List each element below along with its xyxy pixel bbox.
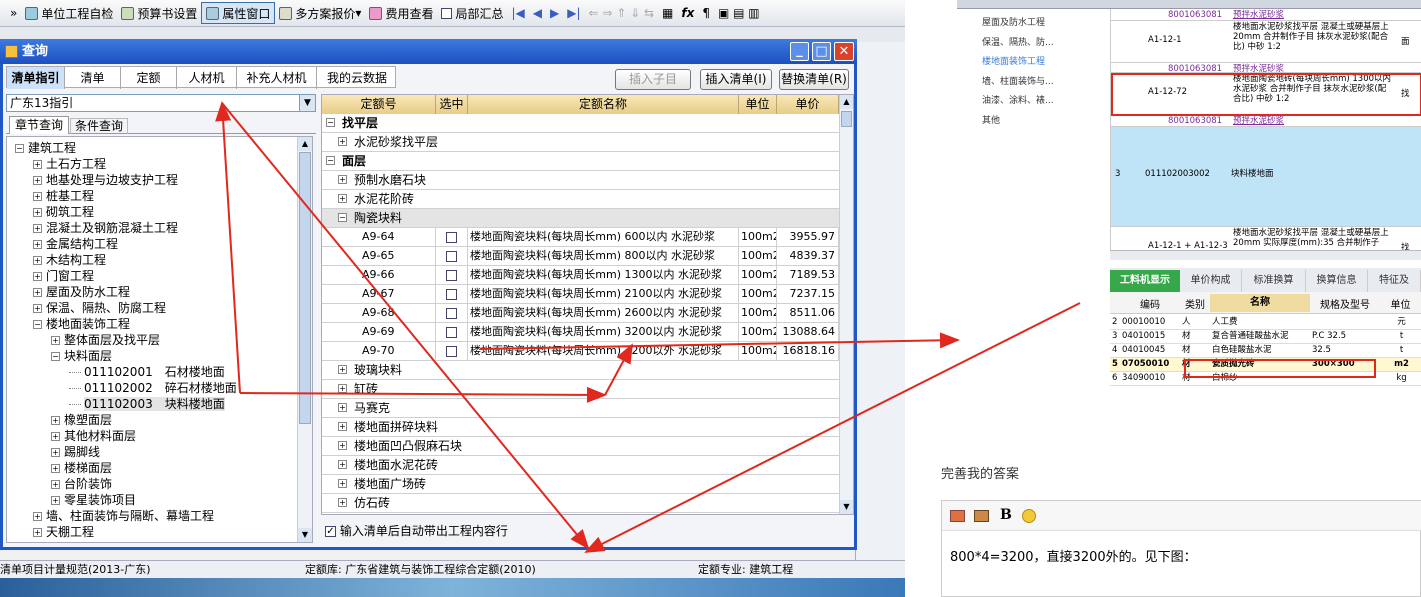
highlight-material-row	[1184, 359, 1376, 378]
arrow-tree-to-guide	[215, 101, 241, 394]
arrow-guide-to-bottom	[221, 102, 590, 550]
arrow-items-up	[604, 343, 633, 396]
arrow-to-right	[479, 332, 960, 350]
arrow-tree-to-items	[239, 386, 607, 403]
annotation-overlay	[215, 73, 1421, 553]
highlight-list-row	[1111, 73, 1421, 116]
arrow-right-to-bottom	[584, 302, 1081, 553]
